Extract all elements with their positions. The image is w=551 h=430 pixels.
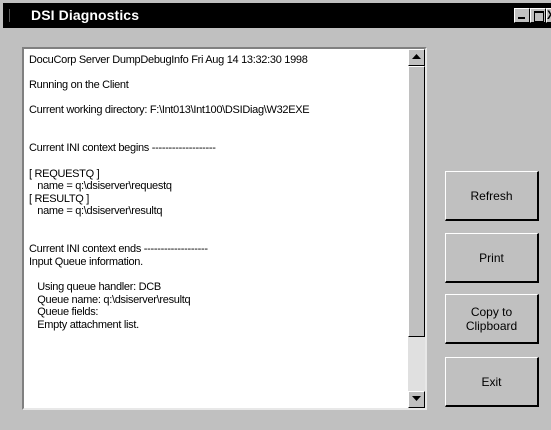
exit-label: Exit <box>481 374 502 389</box>
print-label: Print <box>479 250 504 265</box>
exit-button[interactable]: Exit <box>445 357 539 407</box>
vertical-scrollbar[interactable] <box>408 49 425 408</box>
close-icon: X <box>547 9 551 22</box>
output-line: Empty attachment list. <box>29 319 139 331</box>
minimize-icon <box>518 17 525 19</box>
app-icon <box>9 9 18 22</box>
print-button[interactable]: Print <box>445 233 539 283</box>
output-line: Running on the Client <box>29 79 129 91</box>
maximize-button[interactable] <box>530 8 546 23</box>
output-line: name = q:\dsiserver\resultq <box>29 205 163 217</box>
output-line: name = q:\dsiserver\requestq <box>29 180 172 192</box>
title-bar[interactable]: DSI Diagnostics X <box>3 3 551 28</box>
output-line: Queue fields: <box>29 306 99 318</box>
close-button[interactable]: X <box>546 8 551 23</box>
output-line: DocuCorp Server DumpDebugInfo Fri Aug 14… <box>29 54 308 66</box>
output-line: Current INI context begins -------------… <box>29 142 216 154</box>
refresh-button[interactable]: Refresh <box>445 171 539 221</box>
output-line: Using queue handler: DCB <box>29 281 161 293</box>
minimize-button[interactable] <box>514 8 530 23</box>
down-arrow-icon <box>412 396 421 401</box>
copy-label: Copy to Clipboard <box>465 304 518 333</box>
output-line: Current working directory: F:\Int013\Int… <box>29 104 310 116</box>
window-title: DSI Diagnostics <box>31 7 140 23</box>
output-line: Current INI context ends ---------------… <box>29 243 208 255</box>
diagnostics-output[interactable]: DocuCorp Server DumpDebugInfo Fri Aug 14… <box>22 47 427 410</box>
dsi-diagnostics-window: DSI Diagnostics X DocuCorp Server DumpDe… <box>0 0 551 430</box>
maximize-icon <box>534 11 544 22</box>
scroll-down-button[interactable] <box>408 391 425 408</box>
refresh-label: Refresh <box>470 188 513 203</box>
scroll-up-button[interactable] <box>408 49 425 66</box>
output-line: Input Queue information. <box>29 256 143 268</box>
copy-to-clipboard-button[interactable]: Copy to Clipboard <box>445 294 539 344</box>
scroll-thumb[interactable] <box>408 66 425 337</box>
up-arrow-icon <box>412 54 421 59</box>
